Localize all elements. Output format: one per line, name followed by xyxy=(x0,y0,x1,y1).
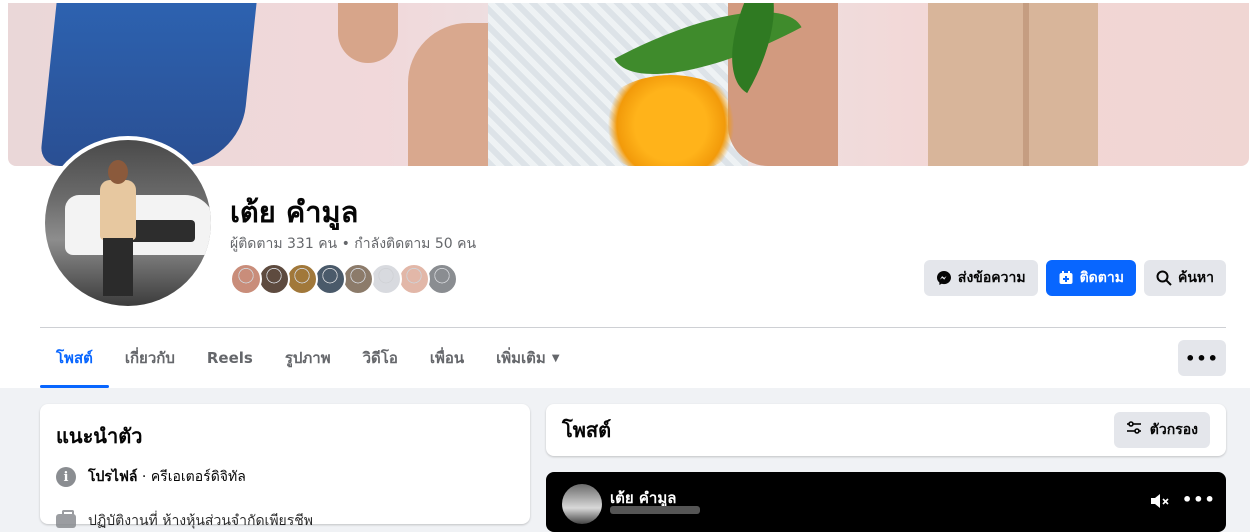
profile-tabs: โพสต์ เกี่ยวกับ Reels รูปภาพ วิดีโอ เพื่… xyxy=(40,328,576,388)
tab-label: รูปภาพ xyxy=(284,349,331,367)
mute-icon[interactable] xyxy=(1148,490,1170,512)
filter-button[interactable]: ตัวกรอง xyxy=(1113,412,1210,448)
follow-stats[interactable]: ผู้ติดตาม 331 คน • กำลังติดตาม 50 คน xyxy=(230,233,476,255)
avatar-detail xyxy=(108,160,128,184)
friend-avatar[interactable] xyxy=(370,263,402,295)
tab-videos[interactable]: วิดีโอ xyxy=(347,328,414,388)
reel-post-card[interactable]: เต้ย คำมูล ••• xyxy=(546,472,1226,532)
reel-more-button[interactable]: ••• xyxy=(1182,490,1216,509)
reel-author-avatar[interactable] xyxy=(562,484,602,524)
message-button[interactable]: ส่งข้อความ xyxy=(923,260,1038,296)
profile-avatar[interactable] xyxy=(41,136,215,310)
tab-posts[interactable]: โพสต์ xyxy=(40,328,109,388)
message-label: ส่งข้อความ xyxy=(957,270,1026,286)
cover-detail xyxy=(1023,3,1029,166)
intro-profile-text: โปรไฟล์ · ครีเอเตอร์ดิจิทัล xyxy=(88,466,246,488)
search-label: ค้นหา xyxy=(1177,270,1214,286)
messenger-icon xyxy=(936,270,952,286)
avatar-detail xyxy=(103,238,133,296)
follow-icon xyxy=(1058,270,1074,286)
friend-avatar[interactable] xyxy=(342,263,374,295)
tab-reels[interactable]: Reels xyxy=(191,328,269,388)
search-icon xyxy=(1156,270,1172,286)
cover-detail xyxy=(596,75,746,166)
tab-more[interactable]: เพิ่มเติม ▼ xyxy=(480,328,575,388)
cover-photo[interactable] xyxy=(8,3,1249,166)
tab-label: เพิ่มเติม xyxy=(496,349,546,367)
info-icon: i xyxy=(56,467,76,487)
filter-icon xyxy=(1126,421,1142,439)
tab-about[interactable]: เกี่ยวกับ xyxy=(109,328,191,388)
tab-label: โพสต์ xyxy=(56,349,93,367)
posts-title: โพสต์ xyxy=(562,418,612,442)
posts-header-card: โพสต์ ตัวกรอง xyxy=(546,404,1226,456)
profile-name: เต้ย คำมูล xyxy=(230,195,359,229)
cover-detail xyxy=(928,3,1098,166)
tab-photos[interactable]: รูปภาพ xyxy=(269,328,347,388)
more-options-button[interactable]: ••• xyxy=(1178,340,1226,376)
briefcase-icon xyxy=(56,510,76,528)
friend-avatar[interactable] xyxy=(286,263,318,295)
reel-meta xyxy=(610,506,700,514)
intro-profile-value: · ครีเอเตอร์ดิจิทัล xyxy=(137,469,246,485)
profile-actions: ส่งข้อความ ติดตาม ค้นหา xyxy=(923,260,1226,296)
intro-work-row: ปฏิบัติงานที่ ห้างหุ้นส่วนจำกัดเพียรชีพ xyxy=(56,510,514,532)
intro-profile-label: โปรไฟล์ xyxy=(88,469,138,485)
intro-title: แนะนำตัว xyxy=(56,424,143,448)
intro-work-text: ปฏิบัติงานที่ ห้างหุ้นส่วนจำกัดเพียรชีพ xyxy=(88,513,314,529)
filter-label: ตัวกรอง xyxy=(1149,422,1198,438)
friend-avatar[interactable] xyxy=(258,263,290,295)
follow-label: ติดตาม xyxy=(1079,270,1124,286)
friend-avatar[interactable] xyxy=(426,263,458,295)
tab-label: วิดีโอ xyxy=(362,349,398,367)
tab-label: เพื่อน xyxy=(429,349,465,367)
avatar-detail xyxy=(100,180,136,240)
tab-friends[interactable]: เพื่อน xyxy=(414,328,480,388)
intro-profile-row: i โปรไฟล์ · ครีเอเตอร์ดิจิทัล xyxy=(56,466,514,488)
friend-avatar[interactable] xyxy=(230,263,262,295)
profile-header: เต้ย คำมูล ผู้ติดตาม 331 คน • กำลังติดตา… xyxy=(0,0,1250,388)
caret-down-icon: ▼ xyxy=(551,352,560,364)
cover-detail xyxy=(338,3,398,63)
tab-label: เกี่ยวกับ xyxy=(124,349,175,367)
search-button[interactable]: ค้นหา xyxy=(1143,260,1226,296)
intro-card: แนะนำตัว i โปรไฟล์ · ครีเอเตอร์ดิจิทัล ป… xyxy=(40,404,530,529)
profile-photo xyxy=(45,140,211,306)
follow-button[interactable]: ติดตาม xyxy=(1045,260,1136,296)
friend-avatar[interactable] xyxy=(314,263,346,295)
friend-avatar[interactable] xyxy=(398,263,430,295)
tab-label: Reels xyxy=(206,349,253,367)
friend-avatars[interactable] xyxy=(230,263,458,295)
